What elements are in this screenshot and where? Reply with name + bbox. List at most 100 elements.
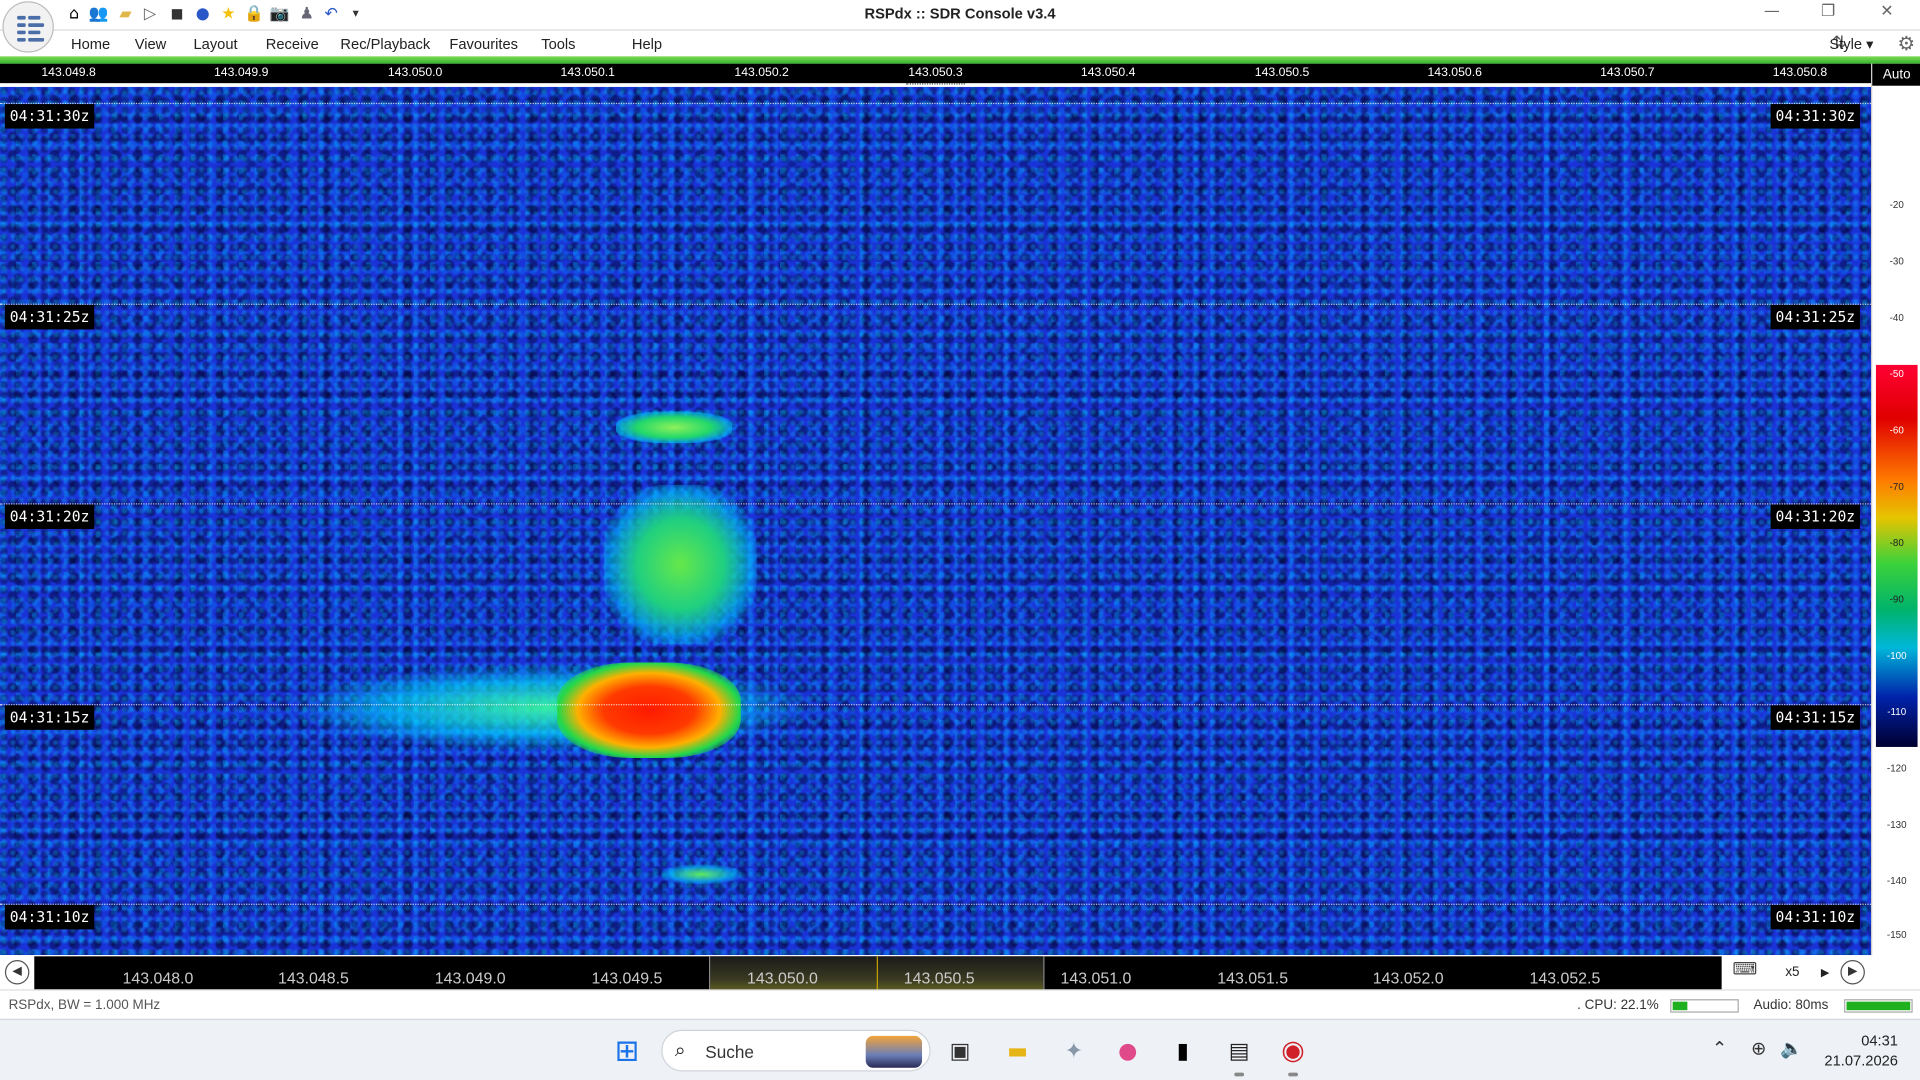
file-explorer-icon[interactable]: ▬: [998, 1031, 1037, 1070]
zoom-arrow-icon: ▶: [1820, 966, 1830, 979]
status-bar: RSPdx, BW = 1.000 MHz . CPU: 22.1% Audio…: [0, 989, 1920, 1019]
source-status: RSPdx, BW = 1.000 MHz: [8, 997, 161, 1013]
top-frequency-tick: 143.049.8: [41, 66, 96, 80]
db-tick-label: -90: [1889, 593, 1904, 605]
running-indicator: [1288, 1072, 1298, 1077]
db-tick-label: -120: [1886, 762, 1907, 774]
top-frequency-ruler[interactable]: 143.049.8 143.049.9 143.050.0 143.050.1 143.…: [0, 63, 1872, 84]
top-frequency-tick: 143.050.8: [1772, 66, 1828, 80]
satellite-app-icon[interactable]: ✦: [1054, 1031, 1093, 1070]
cpu-status: . CPU: 22.1%: [1577, 997, 1659, 1013]
top-frequency-tick: 143.050.1: [560, 66, 616, 80]
sdr-console-taskbar-icon[interactable]: ◉: [1273, 1031, 1312, 1070]
network-icon[interactable]: ⊕: [1751, 1037, 1766, 1059]
menu-tools[interactable]: Help: [632, 36, 662, 53]
style-label: Style: [1829, 35, 1863, 53]
time-label-left: 04:31:10z: [4, 904, 95, 930]
menu-home[interactable]: Home: [71, 36, 110, 53]
waterfall-noise: [0, 86, 1872, 956]
time-label-right: 04:31:25z: [1770, 304, 1861, 330]
db-tick-label: -40: [1889, 312, 1904, 324]
top-frequency-tick: 143.050.7: [1600, 66, 1655, 80]
top-frequency-tick: 143.050.6: [1427, 66, 1482, 80]
window-title: RSPdx :: SDR Console v3.4: [864, 4, 1056, 23]
db-tick-label: -100: [1886, 650, 1907, 662]
sdr-console-window: ⌂ 👥 ▰ ▷ ◼ ● ★ 🔒 📷 ♟ ↶ ▾ RSPdx :: SDR Con…: [0, 0, 1920, 1080]
terminal-icon[interactable]: ▤: [1220, 1031, 1259, 1070]
audio-status: Audio: 80ms: [1753, 997, 1829, 1013]
tray-chevron-icon[interactable]: ⌃: [1712, 1037, 1727, 1059]
bottom-frequency-tick: 143.048.0: [122, 968, 194, 987]
cpu-progress-bar: [1670, 999, 1739, 1013]
time-gridline: [0, 503, 1872, 505]
screen: ⌂ 👥 ▰ ▷ ◼ ● ★ 🔒 📷 ♟ ↶ ▾ RSPdx :: SDR Con…: [0, 0, 1920, 1080]
menu-memories[interactable]: Tools: [541, 36, 575, 53]
time-label-right: 04:31:15z: [1770, 705, 1861, 730]
restore-icon[interactable]: ❐: [1810, 2, 1847, 26]
menu-receive[interactable]: Receive: [266, 36, 319, 53]
cpu-fill: [1672, 1001, 1688, 1011]
zoom-selector[interactable]: x5 ▶: [1776, 960, 1835, 984]
close-icon[interactable]: ✕: [1869, 2, 1906, 26]
menu-favourites[interactable]: Favourites: [449, 36, 518, 53]
db-colour-scale[interactable]: Auto -10 -20 -30 -40 -50 -60 -70 -80 -90 -100 -110…: [1871, 63, 1920, 956]
search-icon: ⌕: [674, 1038, 686, 1062]
minimize-icon[interactable]: —: [1753, 2, 1790, 26]
db-tick-label: -80: [1889, 537, 1904, 549]
top-frequency-tick: 143.050.4: [1080, 66, 1136, 80]
bottom-frequency-tick: 143.051.0: [1060, 968, 1132, 987]
scroll-left-icon[interactable]: ◀: [4, 960, 30, 985]
start-icon[interactable]: ⊞: [607, 1031, 646, 1070]
auto-scale-button[interactable]: Auto: [1872, 63, 1920, 86]
db-tick-label: -110: [1887, 706, 1907, 718]
signal-trace-upper: [615, 411, 733, 444]
bottom-frequency-bar: ◀ 143.048.0 143.048.5 143.049.0 143.049.5 14…: [0, 955, 1872, 990]
bottom-frequency-tick: 143.049.0: [434, 968, 506, 987]
taskbar-clock[interactable]: 04:31 21.07.2026: [1824, 1031, 1898, 1070]
style-dropdown[interactable]: Style ▾: [1829, 36, 1873, 53]
keyboard-icon[interactable]: ⌨: [1727, 960, 1764, 984]
time-label-left: 04:31:15z: [4, 705, 95, 730]
signal-trace-hot: [557, 662, 741, 758]
time-label-left: 04:31:30z: [4, 104, 95, 129]
bottom-frequency-tick: 143.052.5: [1529, 968, 1601, 987]
signal-trace-middle: [603, 484, 757, 645]
console-app-icon[interactable]: ▮: [1163, 1031, 1202, 1070]
running-indicator: [1234, 1072, 1245, 1077]
bottom-frequency-scale[interactable]: 143.048.0 143.048.5 143.049.0 143.049.5 143.…: [34, 956, 1722, 990]
bottom-frequency-tick: 143.048.5: [278, 968, 349, 987]
top-frequency-tick: 143.049.9: [213, 66, 269, 80]
menu-bar: Home View Layout Receive Rec/Playback Fa…: [0, 29, 1920, 57]
db-tick-label: -150: [1886, 929, 1907, 941]
signal-trace-lower: [661, 864, 741, 885]
top-frequency-tick: 143.050.5: [1254, 66, 1310, 80]
time-label-right: 04:31:20z: [1770, 504, 1861, 529]
audio-fill: [1846, 1001, 1911, 1011]
top-frequency-tick: 143.050.2: [734, 66, 789, 80]
time-label-left: 04:31:25z: [4, 304, 95, 330]
top-frequency-tick: 143.050.3: [908, 66, 963, 80]
menu-rec-playback[interactable]: Rec/Playback: [340, 36, 430, 53]
top-frequency-tick: 143.050.0: [387, 66, 443, 80]
time-gridline: [0, 704, 1872, 706]
scroll-right-icon[interactable]: ▶: [1840, 960, 1865, 985]
menu-view[interactable]: View: [135, 36, 167, 53]
menu-layout[interactable]: Layout: [193, 36, 237, 53]
speaker-icon[interactable]: 🔈: [1780, 1037, 1803, 1059]
clock-time: 04:31: [1861, 1032, 1898, 1050]
task-view-icon[interactable]: ▣: [940, 1031, 979, 1070]
bottom-frequency-tick: 143.052.0: [1372, 968, 1444, 987]
db-tick-label: -20: [1889, 199, 1904, 211]
db-tick-label: -140: [1886, 875, 1907, 887]
settings-gear-icon[interactable]: ⚙: [1898, 32, 1916, 55]
color-app-icon[interactable]: ●: [1108, 1031, 1147, 1070]
bottom-frequency-tick: 143.051.5: [1217, 968, 1289, 987]
zoom-label: x5: [1785, 964, 1800, 980]
application-menu-button[interactable]: [2, 1, 54, 53]
taskbar-search[interactable]: ⌕ Suche: [661, 1029, 931, 1072]
time-gridline: [0, 303, 1872, 305]
clock-date: 21.07.2026: [1824, 1051, 1898, 1069]
time-label-left: 04:31:20z: [4, 504, 95, 529]
search-highlight-image: [865, 1035, 923, 1068]
waterfall-display[interactable]: 04:31:30z 04:31:30z 04:31:25z 04:31:25z …: [0, 86, 1872, 956]
